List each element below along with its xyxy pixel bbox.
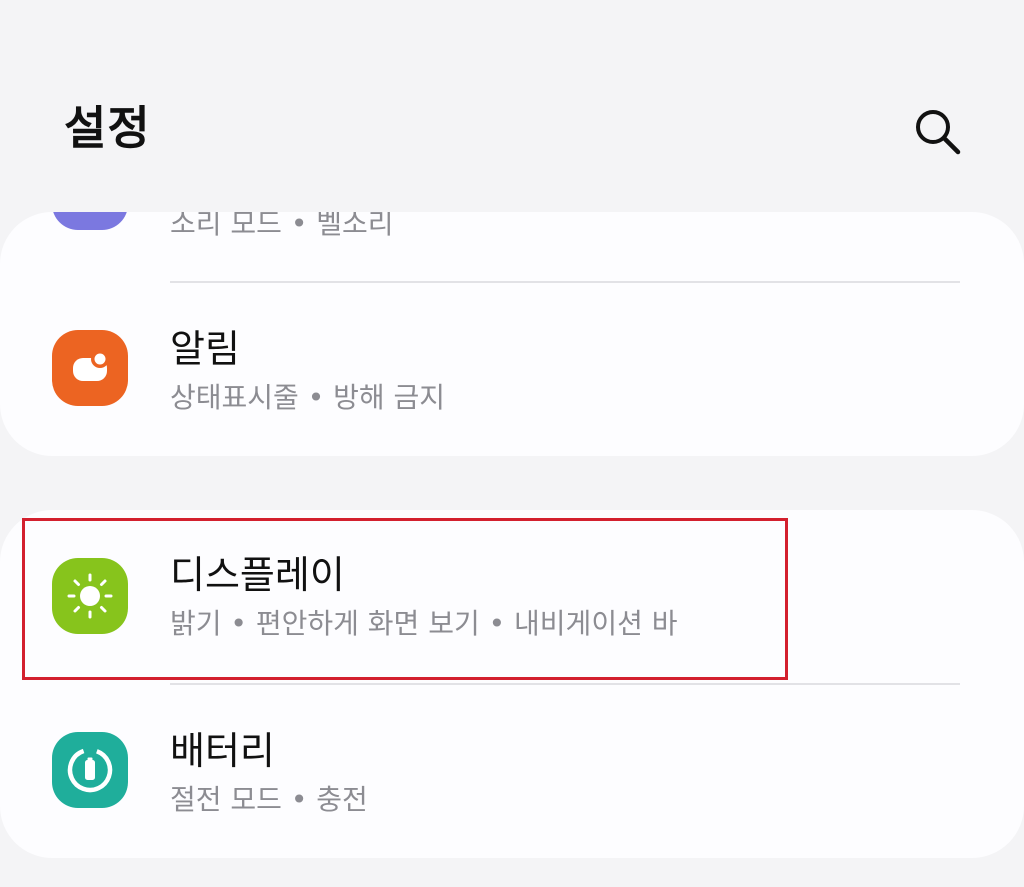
search-icon <box>916 110 961 155</box>
search-button[interactable] <box>906 100 970 164</box>
settings-group-card: 소리 모드 • 벨소리 알림 상태표시줄 • 방해 금지 <box>0 212 1024 456</box>
battery-icon <box>52 732 128 808</box>
highlight-box <box>22 518 788 680</box>
sound-row[interactable]: 소리 모드 • 벨소리 <box>0 212 1024 282</box>
battery-title: 배터리 <box>170 729 275 773</box>
notifications-subtitle: 상태표시줄 • 방해 금지 <box>170 381 446 414</box>
sound-icon <box>52 212 128 230</box>
battery-row[interactable]: 배터리 절전 모드 • 충전 <box>0 686 1024 858</box>
page-title: 설정 <box>64 101 151 155</box>
battery-subtitle: 절전 모드 • 충전 <box>170 783 368 816</box>
notification-icon <box>52 330 128 406</box>
divider <box>170 281 960 283</box>
notifications-row[interactable]: 알림 상태표시줄 • 방해 금지 <box>0 284 1024 456</box>
divider <box>170 683 960 685</box>
sound-row-subtitle: 소리 모드 • 벨소리 <box>170 212 394 240</box>
notifications-title: 알림 <box>170 327 240 371</box>
